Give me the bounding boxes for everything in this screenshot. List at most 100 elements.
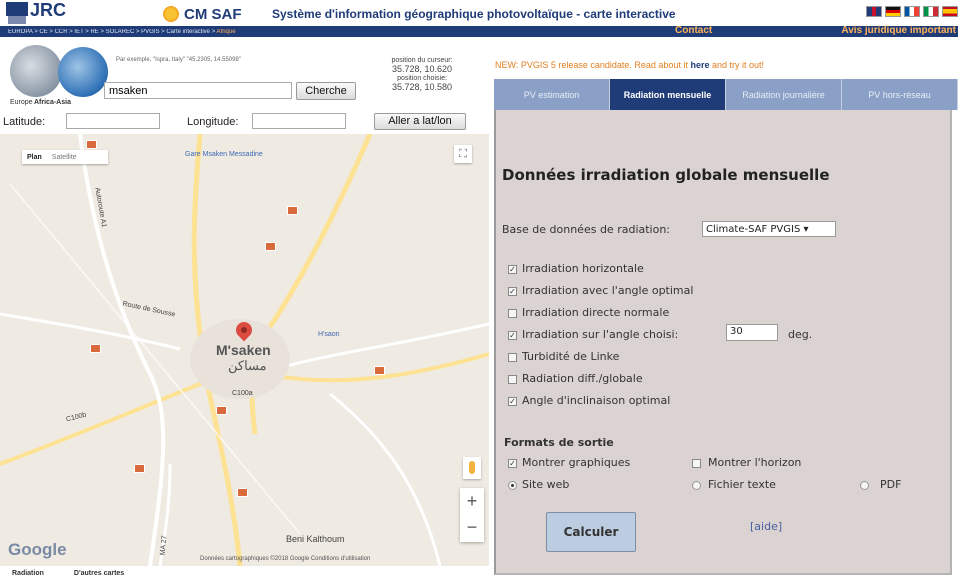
de-flag-icon[interactable] — [885, 6, 901, 17]
help-link[interactable]: [aide] — [750, 520, 782, 533]
cmsaf-logo-text: CM SAF — [184, 5, 242, 23]
cursor-position-value: 35.728, 10.620 — [391, 64, 453, 74]
option-direct-normal[interactable]: Irradiation directe normale — [522, 306, 669, 319]
location-search-input[interactable] — [104, 82, 292, 99]
option-show-graphs[interactable]: Montrer graphiques — [522, 456, 630, 469]
uk-flag-icon[interactable] — [866, 6, 882, 17]
map-type-control: Plan Satellite — [22, 150, 108, 164]
breadcrumb-current[interactable]: Afrique — [217, 29, 236, 35]
map-city-label-arabic: مساكن — [228, 358, 267, 373]
breadcrumb-path[interactable]: EUROPA > CE > CCR > IET > RE > SOLAREC >… — [8, 29, 217, 35]
radio-pdf[interactable] — [860, 481, 869, 490]
checkbox-horizontal[interactable]: ✓ — [508, 265, 517, 274]
checkbox-optimal-inclination[interactable]: ✓ — [508, 397, 517, 406]
road-label-c100a: C100a — [232, 390, 253, 397]
tab-radiation[interactable]: Radiation — [12, 570, 44, 577]
option-chosen-angle[interactable]: Irradiation sur l'angle choisi: — [522, 328, 678, 341]
radiation-db-label: Base de données de radiation: — [502, 223, 671, 236]
jrc-logo-text: JRC — [30, 0, 67, 20]
cmsaf-logo[interactable]: CM SAF — [163, 3, 242, 25]
europe-globe-icon[interactable] — [10, 45, 62, 97]
jrc-logo[interactable]: JRC — [6, 0, 82, 28]
tab-pv-off-grid[interactable]: PV hors-réseau — [842, 79, 958, 110]
news-link[interactable]: here — [690, 60, 709, 70]
news-banner: NEW: PVGIS 5 release candidate. Read abo… — [495, 60, 764, 70]
street-view-pegman-icon[interactable] — [463, 457, 481, 479]
road-shield-icon — [86, 140, 97, 149]
contact-link[interactable]: Contact — [675, 25, 712, 36]
road-shield-icon — [237, 488, 248, 497]
latitude-input[interactable] — [66, 113, 160, 129]
checkbox-diffuse[interactable] — [508, 375, 517, 384]
tab-pv-estimation[interactable]: PV estimation — [494, 79, 610, 110]
road-shield-icon — [265, 242, 276, 251]
village-label: Beni Kalthoum — [286, 534, 345, 544]
es-flag-icon[interactable] — [942, 6, 958, 17]
road-shield-icon — [90, 344, 101, 353]
sun-icon — [163, 6, 179, 22]
option-diffuse[interactable]: Radiation diff./globale — [522, 372, 643, 385]
calculate-button[interactable]: Calculer — [546, 512, 636, 552]
monthly-radiation-panel: Données irradiation globale mensuelle Ba… — [494, 110, 952, 575]
news-text: NEW: PVGIS 5 release candidate. Read abo… — [495, 60, 691, 70]
calculation-tabs: PV estimation Radiation mensuelle Radiat… — [494, 79, 958, 110]
map-credit[interactable]: Données cartographiques ©2018 Google Con… — [200, 556, 370, 562]
zoom-out-button[interactable]: − — [460, 514, 484, 540]
checkbox-chosen-angle[interactable]: ✓ — [508, 331, 517, 340]
goto-latlon-button[interactable]: Aller a lat/lon — [374, 113, 466, 130]
option-show-horizon[interactable]: Montrer l'horizon — [708, 456, 801, 469]
language-flags — [866, 6, 958, 17]
angle-unit: deg. — [788, 328, 813, 341]
longitude-label: Longitude: — [187, 116, 239, 128]
map-city-label: M'saken — [216, 342, 271, 358]
europe-label[interactable]: Europe — [10, 99, 33, 106]
map-type-satellite[interactable]: Satellite — [47, 154, 82, 161]
tab-monthly-radiation[interactable]: Radiation mensuelle — [610, 79, 726, 110]
checkbox-optimal-angle[interactable]: ✓ — [508, 287, 517, 296]
radiation-db-value: Climate-SAF PVGIS — [706, 224, 801, 235]
breadcrumb[interactable]: EUROPA > CE > CCR > IET > RE > SOLAREC >… — [0, 29, 490, 35]
cursor-position: position du curseur: 35.728, 10.620 posi… — [380, 56, 464, 92]
output-formats-title: Formats de sortie — [504, 436, 614, 449]
radiation-db-select[interactable]: Climate-SAF PVGIS ▾ — [702, 221, 836, 237]
tab-daily-radiation[interactable]: Radiation journalière — [726, 79, 842, 110]
poi-right-label[interactable]: H'saon — [318, 331, 340, 338]
chosen-position-value: 35.728, 10.580 — [391, 82, 453, 92]
option-web[interactable]: Site web — [522, 478, 569, 491]
longitude-input[interactable] — [252, 113, 346, 129]
road-shield-icon — [216, 406, 227, 415]
news-suffix: and try it out! — [709, 60, 764, 70]
zoom-control: + − — [460, 488, 484, 542]
fullscreen-icon[interactable]: ⛶ — [454, 145, 472, 163]
checkbox-direct-normal[interactable] — [508, 309, 517, 318]
road-shield-icon — [374, 366, 385, 375]
search-hint: Par exemple, "Ispra, Italy" "45.2305, 14… — [116, 57, 241, 63]
option-linke[interactable]: Turbidité de Linke — [522, 350, 619, 363]
it-flag-icon[interactable] — [923, 6, 939, 17]
map-type-plan[interactable]: Plan — [22, 154, 47, 161]
africa-asia-label[interactable]: Africa-Asia — [34, 99, 71, 106]
google-logo[interactable]: Google — [8, 540, 67, 560]
checkbox-linke[interactable] — [508, 353, 517, 362]
option-horizontal[interactable]: Irradiation horizontale — [522, 262, 644, 275]
poi-station-label[interactable]: Gare Msaken Messadine — [185, 151, 263, 158]
option-optimal-angle[interactable]: Irradiation avec l'angle optimal — [522, 284, 693, 297]
breadcrumb-bar: EUROPA > CE > CCR > IET > RE > SOLAREC >… — [0, 25, 958, 37]
checkbox-show-graphs[interactable]: ✓ — [508, 459, 517, 468]
legal-notice-link[interactable]: Avis juridique important — [841, 25, 956, 36]
tab-other-maps[interactable]: D'autres cartes — [74, 570, 124, 577]
checkbox-show-horizon[interactable] — [692, 459, 701, 468]
radio-text-file[interactable] — [692, 481, 701, 490]
angle-input[interactable]: 30 — [726, 324, 778, 341]
dropdown-arrow-icon: ▾ — [803, 224, 809, 235]
road-shield-icon — [134, 464, 145, 473]
pvgis-page: JRC CM SAF Système d'information géograp… — [0, 0, 958, 583]
radio-web[interactable] — [508, 481, 517, 490]
search-button[interactable]: Cherche — [296, 82, 356, 100]
africa-asia-globe-icon[interactable] — [58, 47, 108, 97]
zoom-in-button[interactable]: + — [460, 488, 484, 514]
option-pdf[interactable]: PDF — [880, 478, 901, 491]
fr-flag-icon[interactable] — [904, 6, 920, 17]
option-optimal-inclination[interactable]: Angle d'inclinaison optimal — [522, 394, 670, 407]
option-text-file[interactable]: Fichier texte — [708, 478, 776, 491]
